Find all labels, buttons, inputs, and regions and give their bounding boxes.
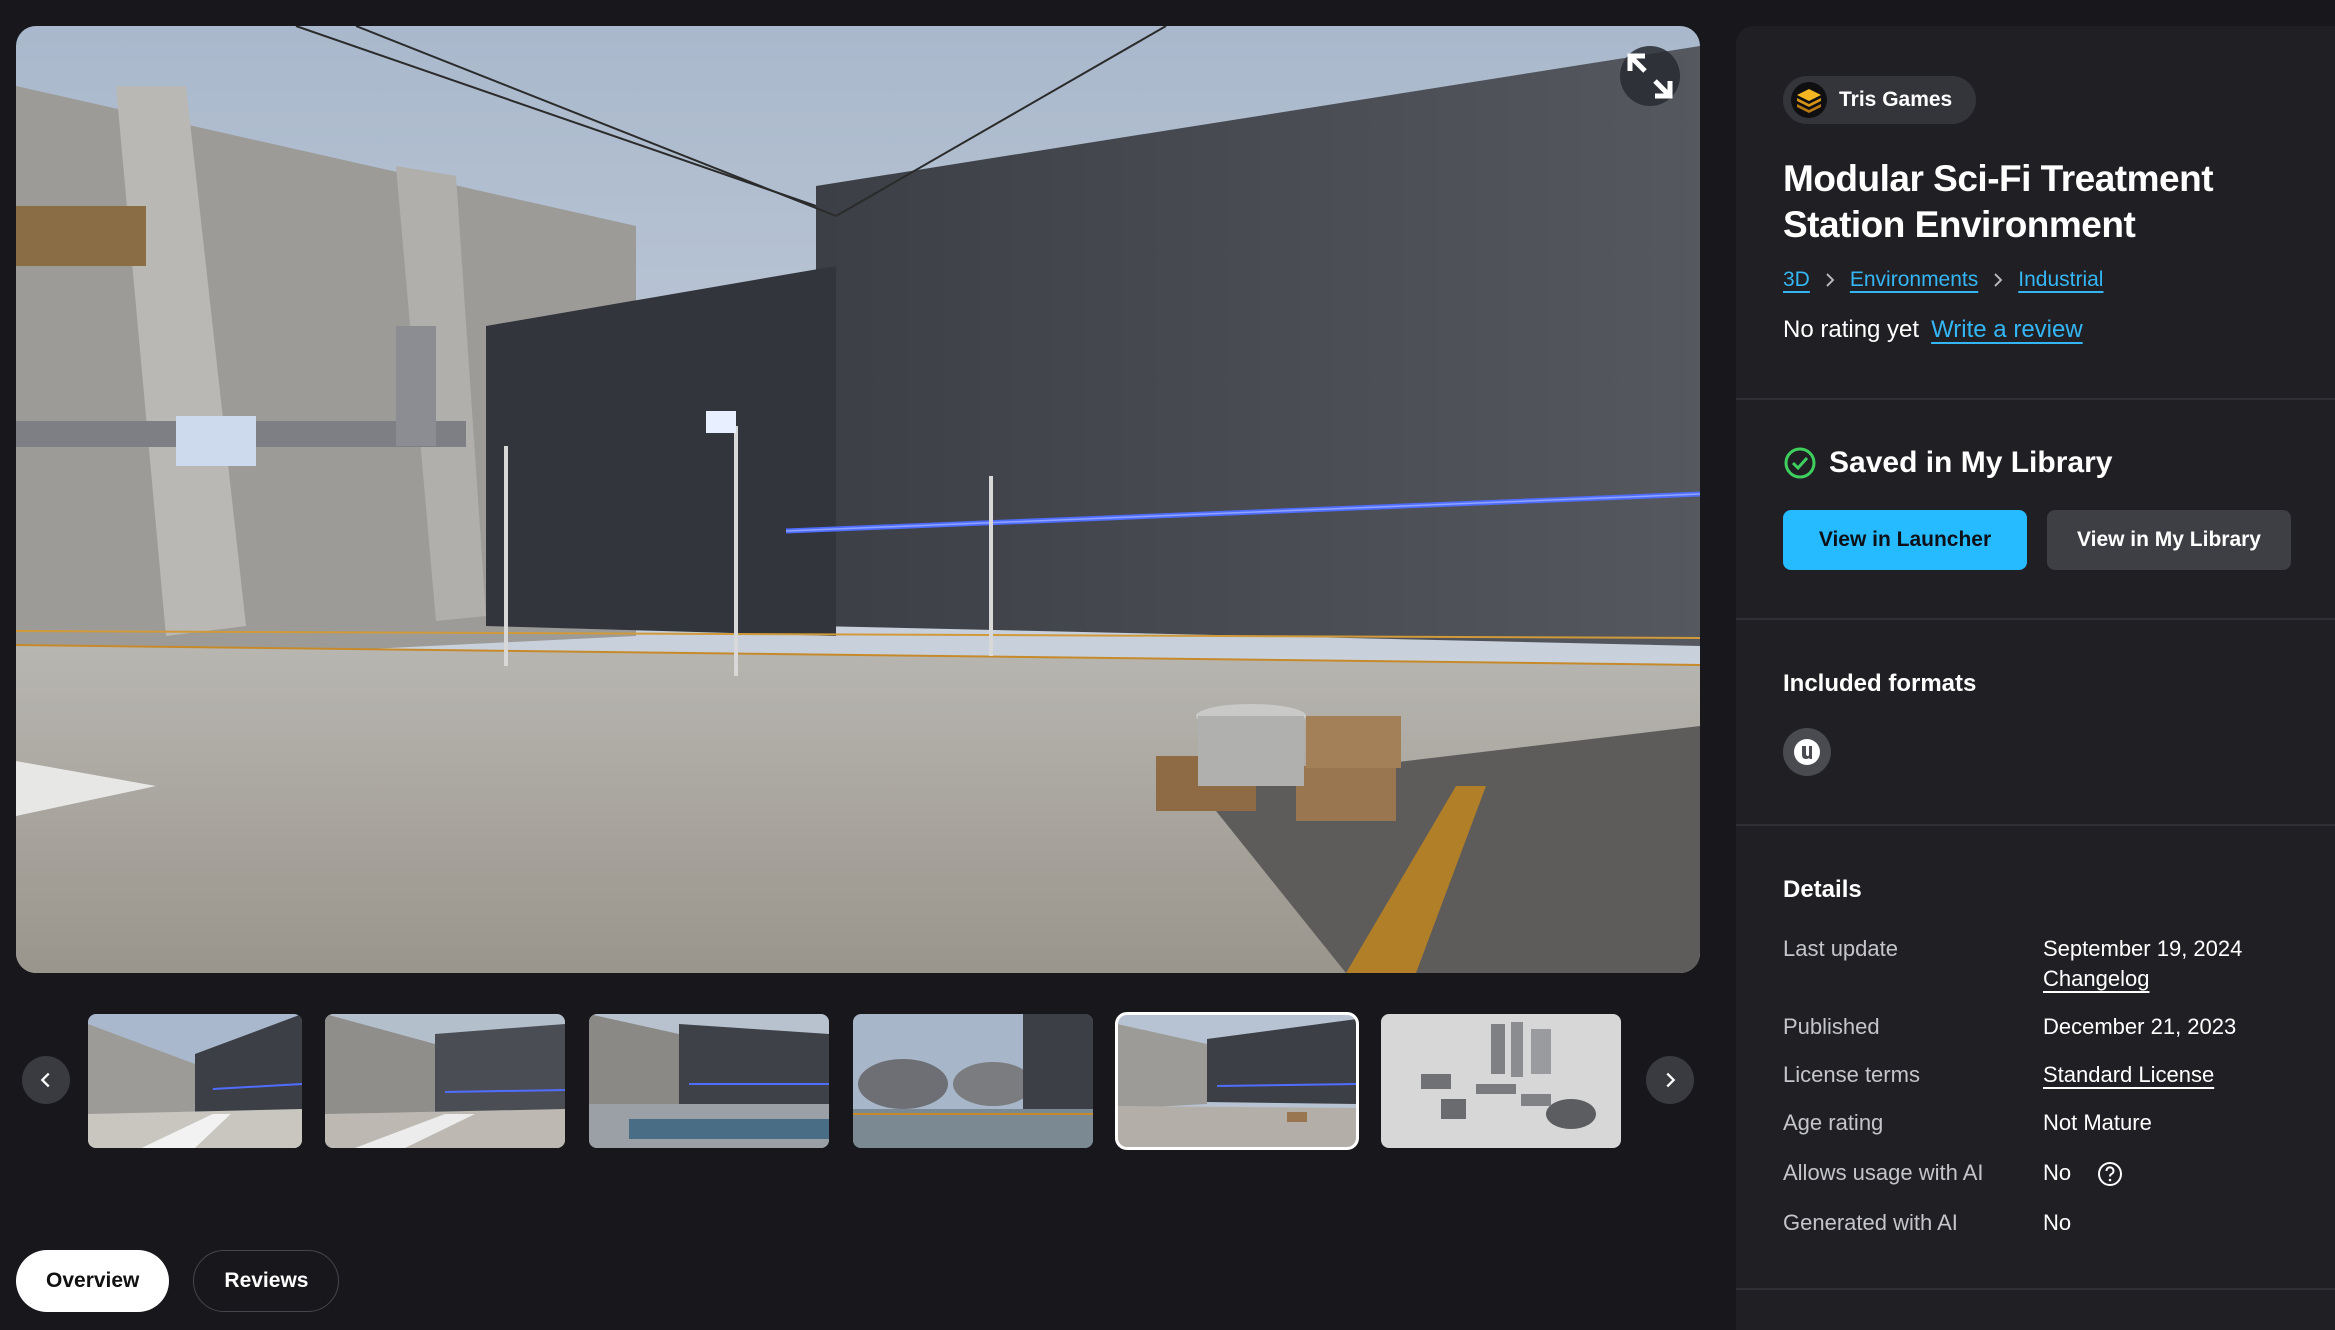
fullscreen-button[interactable] (1620, 46, 1680, 106)
thumbnail-strip (16, 1012, 1700, 1152)
hero-image[interactable] (16, 26, 1700, 973)
details-key: Published (1783, 1014, 1880, 1039)
unreal-engine-logo (1794, 739, 1820, 765)
details-value: December 21, 2023 (2043, 1014, 2237, 1039)
gallery-next-button[interactable] (1646, 1056, 1694, 1104)
product-title: Modular Sci-Fi Treatment Station Environ… (1783, 156, 2303, 248)
product-sidebar: Tris Games Modular Sci-Fi Treatment Stat… (1736, 26, 2335, 1330)
ai-usage-value: No (2043, 1160, 2072, 1185)
details-key: Generated with AI (1783, 1210, 1958, 1235)
gallery-prev-button[interactable] (22, 1056, 70, 1104)
thumbnail-image (853, 1014, 1093, 1148)
breadcrumb: 3D Environments Industrial (1783, 268, 2103, 292)
breadcrumb-environments[interactable]: Environments (1850, 268, 1978, 292)
view-in-my-library-button[interactable]: View in My Library (2047, 510, 2291, 570)
expand-icon (1627, 53, 1673, 99)
tab-overview[interactable]: Overview (16, 1250, 170, 1312)
details-value: No (2043, 1210, 2072, 1235)
hero-scene (16, 26, 1700, 973)
divider (1736, 1288, 2335, 1290)
thumbnail-image (1117, 1014, 1357, 1148)
seller-name: Tris Games (1839, 88, 1953, 111)
tris-games-logo (1791, 82, 1827, 118)
product-title-line-2: Station Environment (1783, 204, 2136, 245)
details-heading: Details (1783, 876, 1862, 903)
thumbnail-image (88, 1014, 302, 1148)
help-icon-graphic (2098, 1162, 2123, 1187)
check-circle-icon (1784, 447, 1816, 479)
product-title-line-1: Modular Sci-Fi Treatment (1783, 158, 2214, 199)
details-key: Last update (1783, 936, 1898, 961)
view-in-launcher-button[interactable]: View in Launcher (1783, 510, 2027, 570)
chevron-right-icon (1994, 273, 2003, 287)
divider (1736, 398, 2335, 400)
thumbnail-6[interactable] (1381, 1014, 1621, 1148)
details-value: No (2043, 1160, 2123, 1187)
content-tabs: Overview Reviews (16, 1250, 340, 1312)
included-formats-heading: Included formats (1783, 670, 1977, 697)
tab-reviews[interactable]: Reviews (193, 1250, 340, 1312)
rating-text: No rating yet (1783, 316, 1920, 343)
details-key: Allows usage with AI (1783, 1160, 1984, 1185)
thumbnail-image (589, 1014, 829, 1148)
thumbnail-4[interactable] (853, 1014, 1093, 1148)
unreal-engine-icon (1783, 728, 1831, 776)
divider (1736, 618, 2335, 620)
seller-chip[interactable]: Tris Games (1783, 76, 1977, 124)
changelog-link[interactable]: Changelog (2043, 966, 2149, 992)
product-page: Overview Reviews Tris Games Modular Sci-… (0, 0, 2335, 1330)
breadcrumb-3d[interactable]: 3D (1783, 268, 1810, 292)
details-row-last-update: Last update September 19, 2024 Changelog (1783, 936, 2303, 996)
thumbnail-image (1381, 1014, 1621, 1148)
thumbnail-5[interactable] (1115, 1012, 1359, 1150)
breadcrumb-industrial[interactable]: Industrial (2018, 268, 2103, 292)
divider (1736, 824, 2335, 826)
seller-logo-icon (1797, 89, 1821, 113)
thumbnail-3[interactable] (589, 1014, 829, 1148)
thumbnail-2[interactable] (325, 1014, 565, 1148)
rating-row: No rating yet Write a review (1783, 316, 2083, 344)
details-key: Age rating (1783, 1110, 1884, 1135)
thumbnail-image (325, 1014, 565, 1148)
write-review-link[interactable]: Write a review (1931, 316, 2083, 344)
chevron-left-icon (40, 1072, 50, 1088)
standard-license-link[interactable]: Standard License (2043, 1062, 2214, 1088)
chevron-right-icon (1826, 273, 1835, 287)
details-value: Not Mature (2043, 1110, 2152, 1135)
chevron-right-icon (1666, 1072, 1676, 1088)
question-circle-icon[interactable] (2097, 1161, 2123, 1187)
thumbnail-1[interactable] (88, 1014, 302, 1148)
library-status-text: Saved in My Library (1829, 446, 2113, 479)
details-value: September 19, 2024 (2043, 936, 2243, 961)
library-status: Saved in My Library (1783, 446, 2112, 480)
details-key: License terms (1783, 1062, 1920, 1087)
